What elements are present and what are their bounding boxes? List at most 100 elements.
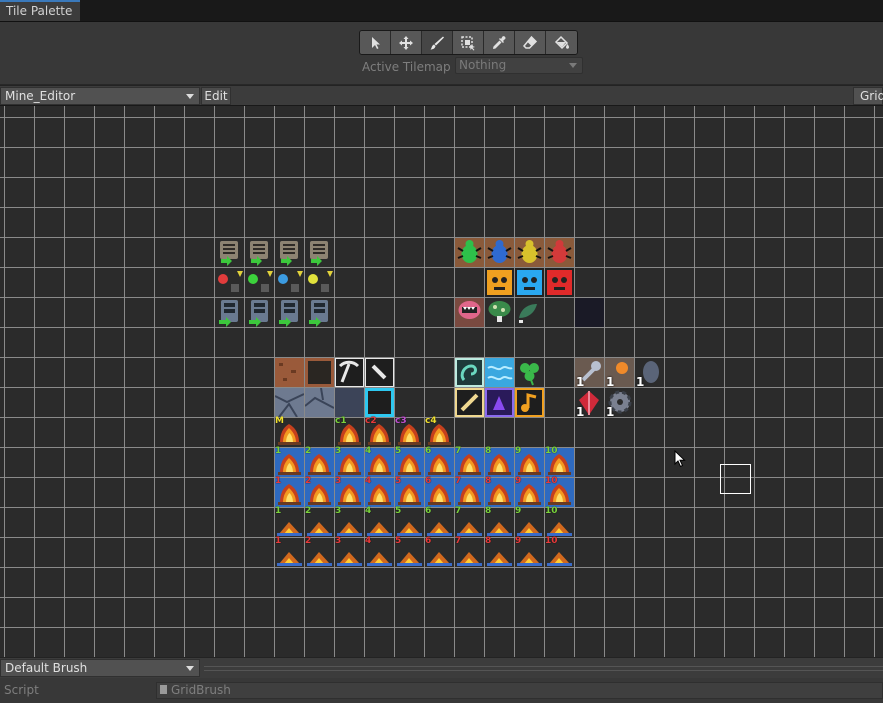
palette-dropdown[interactable]: Mine_Editor [0,87,200,105]
skull-tile[interactable] [545,268,574,297]
numbered-fire-tile[interactable]: 3 [335,446,364,477]
tool-sign-tile[interactable] [275,238,304,267]
numbered-fire-tile[interactable]: 8 [485,506,514,537]
numbered-fire-tile[interactable]: 10 [545,446,574,477]
tab-tile-palette[interactable]: Tile Palette [0,0,81,21]
skull-tile[interactable] [485,268,514,297]
grid-button[interactable]: Grid [853,87,883,105]
active-tilemap-dropdown[interactable]: Nothing [455,57,583,74]
camp-c3-tile[interactable]: c3 [395,416,424,447]
gold-note-tile[interactable] [515,388,544,417]
stone-tile[interactable] [304,387,335,417]
beetle-tile[interactable] [485,238,514,267]
snake-tile[interactable] [455,358,484,387]
bone-tile[interactable] [455,388,484,417]
numbered-fire-tile[interactable]: 5 [395,476,424,507]
orb-tile[interactable] [275,268,304,297]
highlight-frame-tile[interactable] [365,388,394,417]
ruby-resource-tile[interactable]: 1 [575,388,604,419]
machine-tile[interactable] [275,298,304,327]
dirt-tile[interactable] [275,358,304,387]
numbered-fire-tile[interactable]: 8 [485,476,514,507]
coal-resource-tile[interactable]: 1 [635,358,664,389]
numbered-fire-tile[interactable]: 5 [395,506,424,537]
numbered-fire-tile[interactable]: 10 [545,506,574,537]
move-tool-button[interactable] [391,31,422,54]
camp-m-tile[interactable]: M [275,416,304,447]
gear-resource-tile[interactable]: 1 [605,388,634,419]
numbered-fire-tile[interactable]: 9 [515,446,544,477]
numbered-fire-tile[interactable]: 9 [515,506,544,537]
numbered-fire-tile[interactable]: 6 [425,536,454,567]
select-tool-button[interactable] [360,31,391,54]
numbered-fire-tile[interactable]: 9 [515,536,544,567]
panel-splitter[interactable] [204,666,883,671]
numbered-fire-tile[interactable]: 6 [425,476,454,507]
numbered-fire-tile[interactable]: 3 [335,506,364,537]
camp-c4-tile[interactable]: c4 [425,416,454,447]
numbered-fire-tile[interactable]: 8 [485,446,514,477]
tool-sign-tile[interactable] [245,238,274,267]
water-tile[interactable] [485,358,514,387]
beetle-tile[interactable] [515,238,544,267]
beetle-tile[interactable] [455,238,484,267]
numbered-fire-tile[interactable]: 2 [305,446,334,477]
numbered-fire-tile[interactable]: 3 [335,536,364,567]
numbered-fire-tile[interactable]: 1 [275,446,304,477]
fill-tool-button[interactable] [546,31,577,54]
numbered-fire-tile[interactable]: 7 [455,476,484,507]
numbered-fire-tile[interactable]: 4 [365,446,394,477]
dark-tile[interactable] [575,298,604,327]
numbered-fire-tile[interactable]: 1 [275,506,304,537]
paint-tool-button[interactable] [422,31,453,54]
tool-sign-tile[interactable] [215,238,244,267]
dark-dirt-tile[interactable] [305,358,334,387]
camp-c2-tile[interactable]: c2 [365,416,394,447]
numbered-fire-tile[interactable]: 1 [275,476,304,507]
numbered-fire-tile[interactable]: 7 [455,446,484,477]
box-fill-tool-button[interactable] [453,31,484,54]
numbered-fire-tile[interactable]: 5 [395,536,424,567]
stone-tile[interactable] [274,388,305,418]
copper-resource-tile[interactable]: 1 [605,358,634,389]
numbered-fire-tile[interactable]: 4 [365,476,394,507]
picker-tool-button[interactable] [484,31,515,54]
numbered-fire-tile[interactable]: 2 [305,476,334,507]
chisel-tile[interactable] [364,357,395,388]
skull-tile[interactable] [515,268,544,297]
pickaxe-tile[interactable] [334,357,365,388]
numbered-fire-tile[interactable]: 4 [365,536,394,567]
tile-palette-canvas[interactable]: 1 1 1 1 1 Mc1 c2 c3 c4 1 2 3 4 5 6 7 8 9 10 1 2 3 4 5 6 7 8 9 10 1 2 3 4… [0,106,883,657]
numbered-fire-tile[interactable]: 8 [485,536,514,567]
purple-rune-tile[interactable] [485,388,514,417]
edit-button[interactable]: Edit [201,87,231,105]
numbered-fire-tile[interactable]: 5 [395,446,424,477]
clover-tile[interactable] [515,358,544,387]
numbered-fire-tile[interactable]: 2 [305,506,334,537]
camp-c1-tile[interactable]: c1 [335,416,364,447]
numbered-fire-tile[interactable]: 6 [425,446,454,477]
numbered-fire-tile[interactable]: 10 [545,536,574,567]
orb-tile[interactable] [245,268,274,297]
numbered-fire-tile[interactable]: 2 [305,536,334,567]
numbered-fire-tile[interactable]: 7 [455,506,484,537]
orb-tile[interactable] [305,268,334,297]
machine-tile[interactable] [245,298,274,327]
mushroom-tile[interactable] [485,298,514,327]
machine-tile[interactable] [215,298,244,327]
beetle-tile[interactable] [545,238,574,267]
monster-mouth-tile[interactable] [455,298,484,327]
tool-sign-tile[interactable] [305,238,334,267]
numbered-fire-tile[interactable]: 9 [515,476,544,507]
numbered-fire-tile[interactable]: 1 [275,536,304,567]
numbered-fire-tile[interactable]: 10 [545,476,574,507]
brush-dropdown[interactable]: Default Brush [0,659,200,677]
machine-tile[interactable] [305,298,334,327]
leaf-tile[interactable] [515,298,544,327]
erase-tool-button[interactable] [515,31,546,54]
slate-tile[interactable] [335,388,364,417]
numbered-fire-tile[interactable]: 3 [335,476,364,507]
numbered-fire-tile[interactable]: 6 [425,506,454,537]
numbered-fire-tile[interactable]: 7 [455,536,484,567]
wrench-resource-tile[interactable]: 1 [575,358,604,389]
